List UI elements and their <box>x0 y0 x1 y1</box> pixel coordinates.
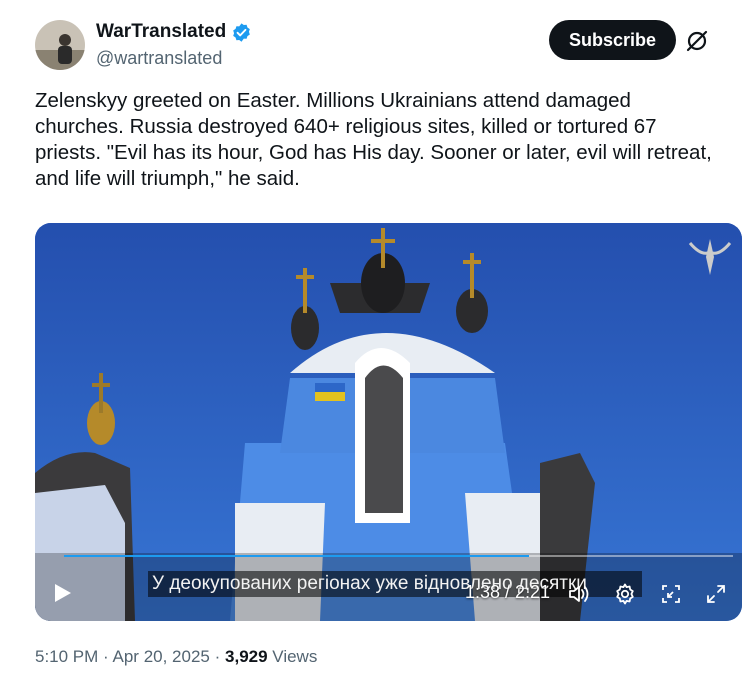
meta-separator: · <box>103 647 109 666</box>
meta-separator: · <box>214 647 221 666</box>
author-name[interactable]: WarTranslated <box>96 21 226 43</box>
views-count: 3,929 <box>225 647 268 666</box>
grok-icon[interactable] <box>684 28 710 54</box>
author-handle[interactable]: @wartranslated <box>96 48 222 69</box>
video-player[interactable] <box>35 223 742 621</box>
post-date[interactable]: Apr 20, 2025 <box>113 647 210 666</box>
post-text: Zelenskyy greeted on Easter. Millions Uk… <box>35 89 712 190</box>
settings-icon[interactable] <box>613 582 637 606</box>
video-progress-bar[interactable] <box>64 555 733 557</box>
play-icon[interactable] <box>51 582 73 604</box>
volume-icon[interactable] <box>567 582 591 606</box>
verified-badge-icon <box>231 22 252 43</box>
subscribe-button[interactable]: Subscribe <box>549 20 676 60</box>
post-meta: 5:10 PM · Apr 20, 2025 · 3,929 Views <box>35 647 317 667</box>
avatar[interactable] <box>35 20 85 70</box>
video-progress-fill <box>64 555 529 557</box>
video-frame <box>35 223 742 621</box>
views-label: Views <box>272 647 318 666</box>
video-timecode: 1:38 / 2:21 <box>465 582 551 602</box>
fullscreen-icon[interactable] <box>704 582 728 606</box>
post-time[interactable]: 5:10 PM <box>35 647 98 666</box>
pip-icon[interactable] <box>659 582 683 606</box>
